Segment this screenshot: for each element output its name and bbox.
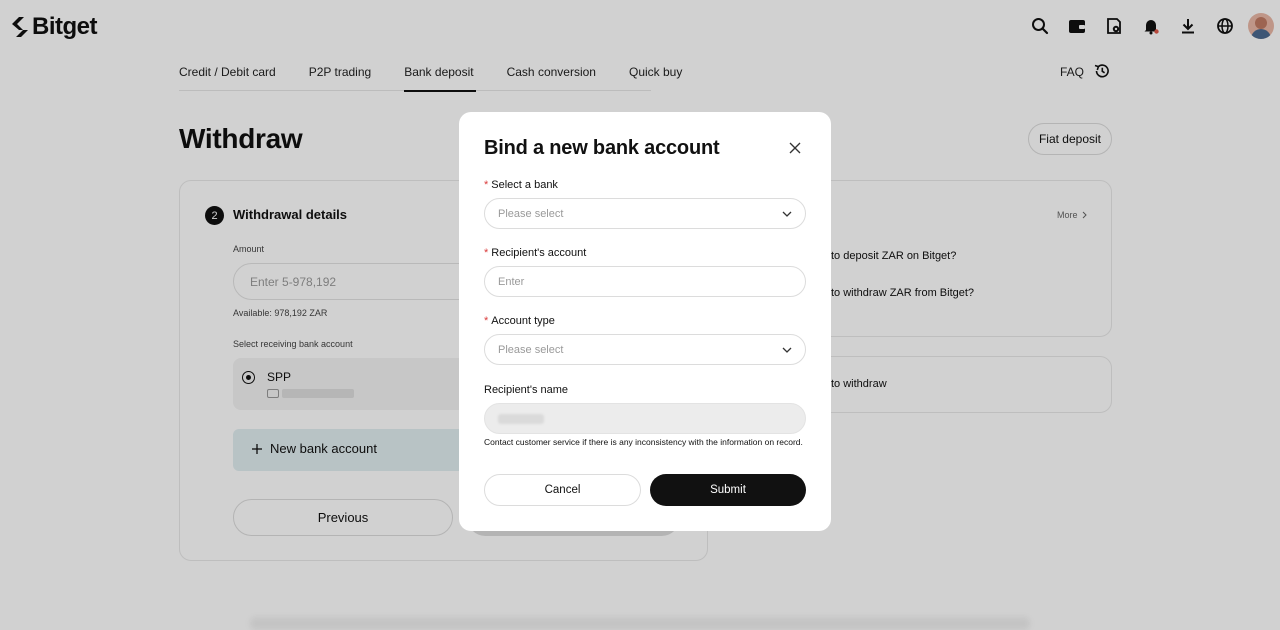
- bind-bank-account-modal: Bind a new bank account * Select a bank P…: [459, 112, 831, 531]
- recipient-account-label: * Recipient's account: [484, 247, 587, 259]
- chevron-down-icon: [782, 347, 792, 353]
- recipient-account-placeholder: Enter: [498, 275, 525, 288]
- recipient-name-input: [484, 403, 806, 434]
- cancel-button[interactable]: Cancel: [484, 474, 641, 506]
- select-bank-placeholder: Please select: [498, 207, 564, 220]
- chevron-down-icon: [782, 211, 792, 217]
- select-bank-label: * Select a bank: [484, 179, 558, 191]
- account-type-dropdown[interactable]: Please select: [484, 334, 806, 365]
- account-type-placeholder: Please select: [498, 343, 564, 356]
- select-bank-dropdown[interactable]: Please select: [484, 198, 806, 229]
- required-marker: *: [484, 247, 489, 259]
- account-type-label: * Account type: [484, 315, 555, 327]
- modal-title: Bind a new bank account: [484, 137, 720, 159]
- required-marker: *: [484, 315, 489, 327]
- submit-button[interactable]: Submit: [650, 474, 806, 506]
- bottom-shadow: [250, 617, 1030, 630]
- close-icon[interactable]: [789, 142, 801, 154]
- recipient-account-input[interactable]: Enter: [484, 266, 806, 297]
- required-marker: *: [484, 179, 489, 191]
- notice-text: Contact customer service if there is any…: [484, 437, 803, 447]
- redacted-name: [498, 413, 544, 424]
- recipient-name-label: Recipient's name: [484, 384, 569, 396]
